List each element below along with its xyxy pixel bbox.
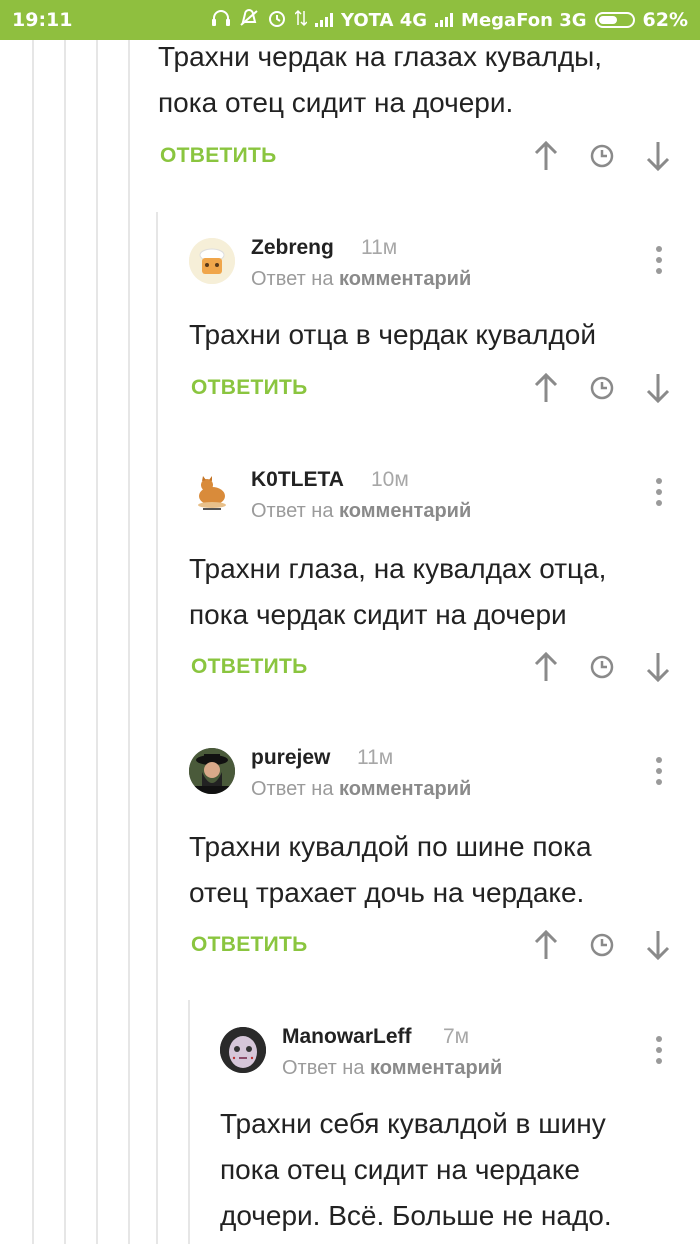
carrier2-label: MegaFon 3G xyxy=(461,9,587,31)
alarm-icon xyxy=(267,9,287,32)
reply-to-link[interactable]: комментарий xyxy=(370,1057,502,1079)
comment-author[interactable]: K0TLETA xyxy=(251,468,344,492)
reply-to-link[interactable]: комментарий xyxy=(339,268,471,290)
thread-line xyxy=(32,40,34,1244)
comment-time: 11м xyxy=(361,236,398,259)
reply-button[interactable]: ОТВЕТИТЬ xyxy=(191,655,308,679)
status-time: 19:11 xyxy=(12,9,73,31)
save-later-icon[interactable] xyxy=(582,647,622,687)
upvote-icon[interactable] xyxy=(526,925,566,965)
comment-text: Трахни глаза, на кувалдах отца, пока чер… xyxy=(189,553,607,630)
downvote-icon[interactable] xyxy=(638,368,678,408)
comment-author[interactable]: Zebreng xyxy=(251,236,334,260)
thread-line xyxy=(96,40,98,1244)
thread-line xyxy=(128,40,130,1244)
reply-to-link[interactable]: комментарий xyxy=(339,778,471,800)
downvote-icon[interactable] xyxy=(638,925,678,965)
comment-author[interactable]: ManowarLeff xyxy=(282,1025,412,1049)
upvote-icon[interactable] xyxy=(526,368,566,408)
more-menu-icon[interactable] xyxy=(649,1030,669,1070)
reply-to-label: Ответ на комментарий xyxy=(282,1057,503,1079)
more-menu-icon[interactable] xyxy=(649,240,669,280)
save-later-icon[interactable] xyxy=(582,136,622,176)
downvote-icon[interactable] xyxy=(638,136,678,176)
data-arrows-icon xyxy=(294,9,308,32)
save-later-icon[interactable] xyxy=(582,925,622,965)
comment-text: Трахни отца в чердак кувалдой xyxy=(189,319,596,350)
comment-author[interactable]: purejew xyxy=(251,746,330,770)
mute-icon xyxy=(239,8,259,32)
reply-button[interactable]: ОТВЕТИТЬ xyxy=(160,144,277,168)
more-menu-icon[interactable] xyxy=(649,472,669,512)
avatar[interactable] xyxy=(189,238,235,284)
reply-to-label: Ответ на комментарий xyxy=(251,268,472,290)
save-later-icon[interactable] xyxy=(582,368,622,408)
signal-icon xyxy=(314,13,333,27)
battery-percent: 62% xyxy=(642,9,688,31)
reply-to-label: Ответ на комментарий xyxy=(251,778,472,800)
thread-line xyxy=(188,1000,190,1244)
avatar[interactable] xyxy=(189,470,235,516)
reply-button[interactable]: ОТВЕТИТЬ xyxy=(191,376,308,400)
upvote-icon[interactable] xyxy=(526,647,566,687)
comment-time: 11м xyxy=(357,746,394,769)
signal-icon xyxy=(435,13,454,27)
reply-button[interactable]: ОТВЕТИТЬ xyxy=(191,933,308,957)
thread-line xyxy=(64,40,66,1244)
avatar[interactable] xyxy=(189,748,235,794)
carrier1-label: YOTA 4G xyxy=(340,9,428,31)
avatar[interactable] xyxy=(220,1027,266,1073)
comment-text: Трахни чердак на глазах кувалды, пока от… xyxy=(158,41,603,118)
downvote-icon[interactable] xyxy=(638,647,678,687)
comment-text: Трахни себя кувалдой в шину пока отец си… xyxy=(220,1108,612,1231)
reply-to-link[interactable]: комментарий xyxy=(339,500,471,522)
upvote-icon[interactable] xyxy=(526,136,566,176)
more-menu-icon[interactable] xyxy=(649,751,669,791)
thread-line xyxy=(156,212,158,1244)
comment-text: Трахни кувалдой по шине пока отец трахае… xyxy=(189,831,592,908)
reply-to-label: Ответ на комментарий xyxy=(251,500,472,522)
battery-icon xyxy=(594,12,635,28)
comment-time: 7м xyxy=(443,1025,470,1048)
comment-time: 10м xyxy=(371,468,409,491)
headphones-icon xyxy=(211,9,231,32)
